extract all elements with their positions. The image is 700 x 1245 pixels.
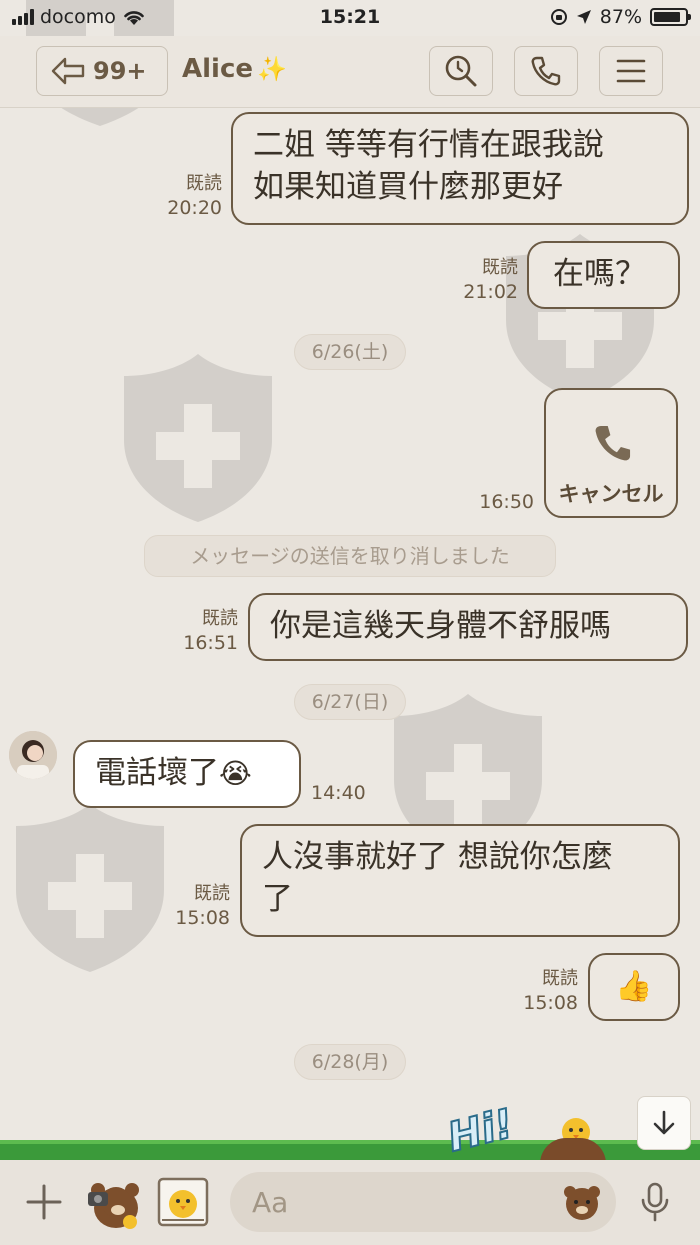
crying-emoji: 😭 — [219, 757, 252, 790]
message-meta: 16:50 — [462, 490, 534, 514]
message-text: 在嗎？ — [553, 256, 646, 292]
message-meta: 既読 16:51 — [166, 607, 238, 655]
location-icon — [576, 10, 591, 24]
battery-percent: 87% — [599, 6, 642, 28]
date-separator: 6/28(月) — [294, 1044, 406, 1080]
message-text: 二姐 等等有行情在跟我說 — [253, 127, 604, 163]
message-bubble-outgoing[interactable]: 你是這幾天身體不舒服嗎 — [248, 593, 688, 661]
emoji-bear-icon[interactable] — [562, 1182, 602, 1222]
unsent-notice: メッセージの送信を取り消しました — [144, 535, 556, 577]
chat-name: Alice — [182, 54, 253, 84]
message-meta: 既読 15:08 — [158, 882, 230, 930]
back-arrow-icon — [51, 57, 85, 85]
message-bubble-outgoing[interactable]: 在嗎？ — [527, 241, 680, 309]
chat-title[interactable]: Alice ✨ — [182, 54, 287, 84]
avatar[interactable] — [9, 731, 57, 779]
message-time: 15:08 — [175, 907, 230, 929]
message-text: 人沒事就好了 想說你怎麼 — [262, 839, 613, 875]
sparkle-emoji: ✨ — [257, 55, 287, 83]
unread-count: 99+ — [93, 57, 147, 85]
message-text: 你是這幾天身體不舒服嗎 — [270, 608, 611, 644]
menu-button[interactable] — [599, 46, 663, 96]
watermark-shield — [10, 800, 170, 975]
message-time: 16:50 — [479, 491, 534, 513]
message-time: 20:20 — [167, 197, 222, 219]
phone-icon — [531, 56, 561, 86]
composer-bar — [0, 1160, 700, 1245]
scroll-to-bottom-button[interactable] — [637, 1096, 691, 1150]
message-meta: 14:40 — [311, 781, 383, 805]
message-time: 16:51 — [183, 632, 238, 654]
read-receipt: 既読 — [202, 608, 238, 629]
battery-icon — [650, 8, 691, 26]
search-button[interactable] — [429, 46, 493, 96]
status-bar: docomo 15:21 87% — [0, 0, 700, 36]
message-time: 15:08 — [523, 992, 578, 1014]
call-button[interactable] — [514, 46, 578, 96]
arrow-down-icon — [653, 1110, 675, 1135]
hamburger-icon — [616, 59, 646, 83]
message-bubble-outgoing[interactable]: 二姐 等等有行情在跟我說 如果知道買什麼那更好 — [231, 112, 689, 225]
search-icon — [445, 55, 477, 87]
message-meta: 既読 15:08 — [506, 967, 578, 1015]
plus-icon[interactable] — [24, 1182, 64, 1222]
message-input-box[interactable] — [230, 1172, 616, 1232]
message-bubble-outgoing[interactable]: 👍 — [588, 953, 680, 1021]
message-meta: 既読 21:02 — [446, 256, 518, 304]
read-receipt: 既読 — [186, 173, 222, 194]
watermark-shield — [118, 350, 278, 525]
phone-icon — [595, 425, 631, 461]
message-time: 21:02 — [463, 281, 518, 303]
date-separator: 6/26(土) — [294, 334, 406, 370]
message-bubble-incoming[interactable]: 電話壞了😭 — [73, 740, 301, 808]
rotation-lock-icon — [550, 9, 567, 25]
message-meta: 既読 20:20 — [150, 172, 222, 220]
call-status-label: キャンセル — [558, 482, 664, 506]
message-text: 電話壞了 — [95, 755, 219, 791]
thumbs-up-emoji: 👍 — [615, 969, 653, 1004]
chat-header: 99+ Alice ✨ — [0, 36, 700, 108]
read-receipt: 既読 — [542, 968, 578, 989]
message-text: 如果知道買什麼那更好 — [253, 169, 563, 205]
message-text: 了 — [262, 881, 293, 917]
camera-sticker-icon[interactable] — [84, 1174, 144, 1232]
date-separator: 6/27(日) — [294, 684, 406, 720]
message-bubble-outgoing[interactable]: 人沒事就好了 想說你怎麼 了 — [240, 824, 680, 937]
back-button[interactable]: 99+ — [36, 46, 168, 96]
message-time: 14:40 — [311, 782, 366, 804]
read-receipt: 既読 — [482, 257, 518, 278]
call-cancelled-card[interactable]: キャンセル — [544, 388, 678, 518]
microphone-icon[interactable] — [640, 1182, 670, 1222]
sticker-banner: Hi! — [442, 1100, 608, 1164]
status-right: 87% — [550, 6, 691, 28]
message-input[interactable] — [252, 1182, 552, 1222]
read-receipt: 既読 — [194, 883, 230, 904]
avatar-image — [9, 731, 57, 779]
hi-sticker-text: Hi! — [442, 1100, 519, 1162]
sticker-button-icon[interactable] — [156, 1176, 210, 1228]
